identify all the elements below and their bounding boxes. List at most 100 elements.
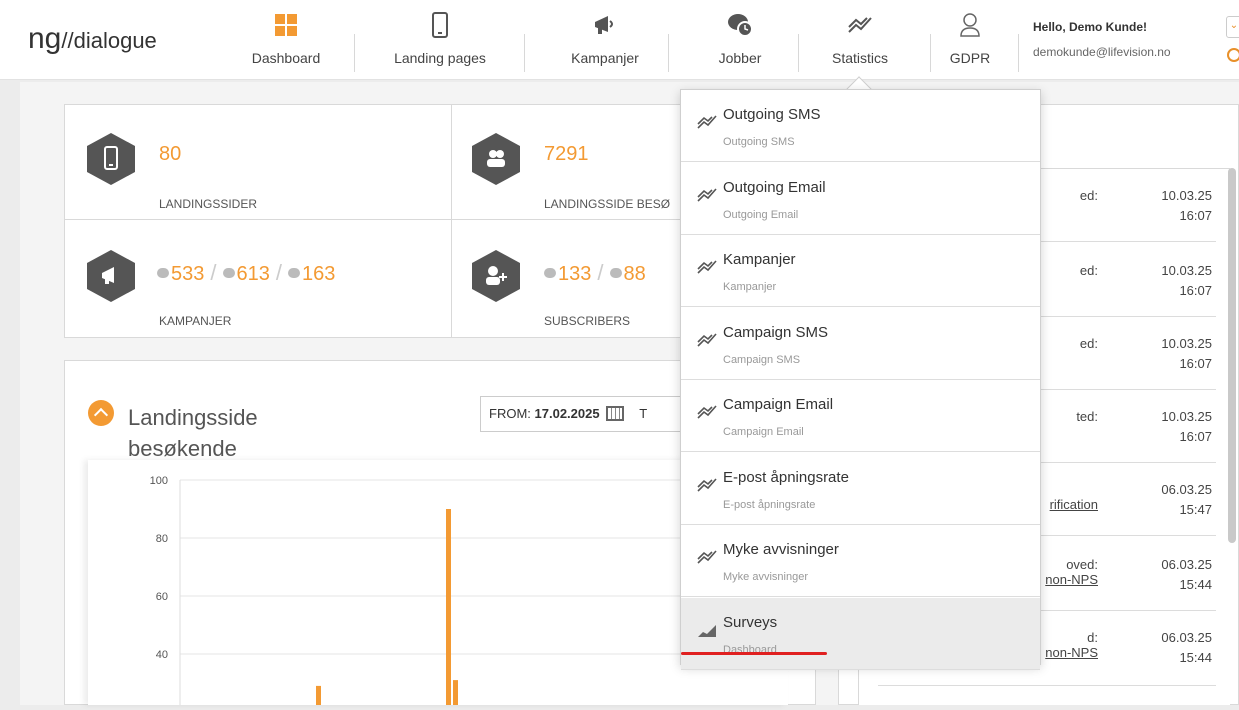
add-user-icon [472,250,520,302]
stat-value: 80 [159,143,182,165]
trend-line-icon [697,332,717,347]
activity-action: ed: [1079,188,1098,203]
language-globe-icon[interactable] [1227,48,1239,62]
activity-link[interactable]: rification [1050,497,1098,512]
sms-bubble-icon [544,267,556,278]
nav-dashboard[interactable]: Dashboard [236,0,336,80]
mobile-icon [87,133,135,185]
statistics-menu-item-myke-avvisninger[interactable]: Myke avvisninger Myke avvisninger [681,525,1040,597]
chat-clock-icon [728,14,753,37]
subscribers-sms: 133 [558,263,592,285]
nav-kampanjer[interactable]: Kampanjer [550,0,660,80]
nav-label: Kampanjer [571,50,639,66]
stat-value-group: 533/613/163 [157,260,335,286]
statistics-menu-item-surveys[interactable]: Surveys Dashboard [681,597,1040,670]
users-icon [472,133,520,185]
statistics-menu-item-e-post-pningsrate[interactable]: E-post åpningsrate E-post åpningsrate [681,452,1040,525]
date-from-field[interactable]: FROM: 17.02.2025 T [480,396,695,432]
menu-item-label: Campaign SMS [723,323,829,341]
activity-time: 16:07 [1179,283,1212,298]
nav-divider [524,34,525,72]
menu-item-label: Kampanjer [723,251,796,268]
nav-label: Jobber [718,50,762,66]
nav-label: GDPR [949,50,991,66]
nav-jobber[interactable]: Jobber [690,0,790,80]
activity-date: 06.03.25 [1161,482,1212,497]
activity-link[interactable]: non-NPS [1045,572,1098,587]
nav-divider [668,34,669,72]
activity-action: ed: [1079,263,1098,278]
nav-divider [1018,34,1019,72]
nav-landing-pages[interactable]: Landing pages [380,0,500,80]
user-menu-dropdown[interactable]: ⌄ [1226,16,1239,38]
activity-time: 15:44 [1179,577,1212,592]
slash-separator: / [210,260,217,285]
to-label: T [639,406,648,421]
logo-prefix: ng [28,22,62,55]
trend-line-icon [697,550,717,564]
activity-date: 06.03.25 [1161,630,1212,645]
menu-item-sublabel: Campaign SMS [723,353,801,366]
menu-item-label: E-post åpningsrate [723,468,849,486]
activity-timestamp: 10.03.25 16:07 [1161,261,1212,301]
logo-text: //dialogue [61,28,157,53]
statistics-menu-item-campaign-email[interactable]: Campaign Email Campaign Email [681,380,1040,452]
statistics-menu-item-outgoing-email[interactable]: Outgoing Email Outgoing Email [681,162,1040,235]
stat-value-group: 133/ 88 [544,260,646,286]
from-date-value: 17.02.2025 [534,406,600,421]
statistics-menu-item-kampanjer[interactable]: Kampanjer Kampanjer [681,235,1040,307]
menu-item-sublabel: E-post åpningsrate [723,498,816,511]
email-bubble-icon [222,267,235,278]
activity-time: 15:44 [1179,650,1212,665]
activity-time: 16:07 [1179,429,1212,444]
y-tick-label: 40 [156,649,168,661]
megaphone-icon [87,250,135,302]
highlight-underline [681,652,827,655]
statistics-menu-item-campaign-sms[interactable]: Campaign SMS Campaign SMS [681,307,1040,380]
from-label: FROM: [489,406,531,421]
slash-separator: / [597,260,604,285]
nav-statistics[interactable]: Statistics [815,0,905,80]
top-navigation: ng//dialogue Dashboard Landing pages Kam… [0,0,1239,80]
nav-gdpr[interactable]: GDPR [940,0,1000,80]
stat-label: LANDINGSSIDER [159,197,258,211]
calendar-icon[interactable] [605,406,624,421]
nav-divider [354,34,355,72]
stat-value: 7291 [544,143,589,165]
megaphone-icon [595,16,613,34]
bar[interactable] [453,680,458,705]
activity-timestamp: 06.03.25 15:47 [1161,480,1212,520]
nav-divider [930,34,931,72]
menu-item-sublabel: Campaign Email [723,426,804,438]
activity-date: 10.03.25 [1161,409,1212,424]
activity-action: d: [1087,630,1098,645]
stat-landingssider[interactable]: 80 LANDINGSSIDER [65,105,452,220]
statistics-menu-item-outgoing-sms[interactable]: Outgoing SMS Outgoing SMS [681,90,1040,162]
menu-item-label: Surveys [723,613,778,631]
activity-date: 06.03.25 [1161,557,1212,572]
y-tick-label: 80 [156,533,168,545]
slash-separator: / [275,260,282,285]
logo[interactable]: ng//dialogue [28,22,157,56]
collapse-chevron-icon[interactable] [88,400,114,426]
push-bubble-icon [288,267,300,278]
activity-action: ed: [1079,336,1098,351]
menu-item-sublabel: Outgoing Email [723,208,799,221]
trend-line-icon [697,477,717,492]
nav-divider [798,34,799,72]
activity-link[interactable]: non-NPS [1045,645,1098,660]
activity-date: 10.03.25 [1161,188,1212,203]
activity-scrollbar[interactable] [1228,168,1236,543]
grid-icon [275,14,297,36]
activity-date: 10.03.25 [1161,263,1212,278]
activity-action: ted: [1076,409,1098,424]
subscribers-email: 88 [623,263,646,285]
stat-kampanjer[interactable]: 533/613/163 KAMPANJER [65,220,452,338]
menu-item-label: Outgoing SMS [723,106,821,123]
activity-timestamp: 10.03.25 16:07 [1161,334,1212,374]
mobile-icon [432,12,448,38]
activity-time: 16:07 [1179,356,1212,371]
bar[interactable] [316,685,321,705]
trend-line-icon [848,17,872,33]
bar[interactable] [446,509,451,705]
